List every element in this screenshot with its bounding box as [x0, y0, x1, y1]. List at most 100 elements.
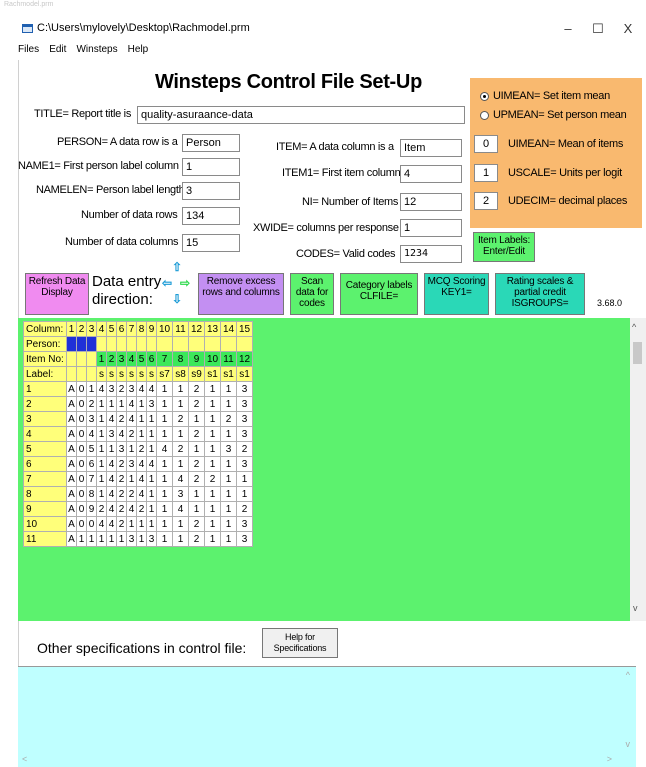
grid-cell[interactable]: 1	[172, 396, 189, 412]
grid-cell[interactable]: 0	[76, 426, 87, 442]
rating-scales-button[interactable]: Rating scales & partial credit ISGROUPS=	[495, 273, 585, 315]
grid-cell[interactable]: 4	[156, 441, 173, 457]
grid-cell[interactable]: 10	[156, 321, 173, 337]
refresh-data-button[interactable]: Refresh Data Display	[25, 273, 89, 315]
grid-cell[interactable]: 3	[236, 531, 253, 547]
grid-cell[interactable]: 8	[136, 321, 147, 337]
grid-cell[interactable]: 8	[172, 351, 189, 367]
grid-cell[interactable]: 4	[106, 471, 117, 487]
textarea-scroll-up-icon[interactable]: ^	[626, 670, 630, 680]
person-input[interactable]: Person	[182, 134, 240, 152]
datarows-input[interactable]: 134	[182, 207, 240, 225]
grid-cell[interactable]: 11	[172, 321, 189, 337]
grid-cell[interactable]: 4	[96, 516, 107, 532]
grid-cell[interactable]: 0	[76, 381, 87, 397]
datacols-input[interactable]: 15	[182, 234, 240, 252]
grid-cell[interactable]: 0	[76, 411, 87, 427]
grid-cell[interactable]: 3	[146, 396, 157, 412]
grid-cell[interactable]: 13	[204, 321, 221, 337]
grid-cell[interactable]: 1	[220, 531, 237, 547]
grid-cell[interactable]: 1	[156, 381, 173, 397]
minimize-button[interactable]: –	[554, 20, 582, 38]
grid-cell[interactable]: 8	[86, 486, 97, 502]
grid-cell[interactable]: 1	[106, 531, 117, 547]
grid-cell[interactable]: 2	[220, 411, 237, 427]
grid-row-header[interactable]: 9	[23, 501, 67, 517]
grid-cell[interactable]: 1	[146, 516, 157, 532]
grid-cell[interactable]: 2	[172, 441, 189, 457]
grid-cell[interactable]: 1	[136, 426, 147, 442]
grid-cell[interactable]: 2	[204, 471, 221, 487]
menu-files[interactable]: Files	[18, 42, 39, 58]
item-input[interactable]: Item	[400, 139, 462, 157]
grid-cell[interactable]: 1	[204, 381, 221, 397]
grid-cell[interactable]: 2	[188, 396, 205, 412]
grid-cell[interactable]: 1	[156, 426, 173, 442]
grid-cell[interactable]: 0	[76, 456, 87, 472]
grid-cell[interactable]: 1	[156, 456, 173, 472]
grid-row-header[interactable]: 3	[23, 411, 67, 427]
grid-row-header[interactable]: Column:	[23, 321, 67, 337]
grid-cell[interactable]	[126, 336, 137, 352]
menu-winsteps[interactable]: Winsteps	[76, 42, 117, 58]
grid-cell[interactable]: 1	[204, 516, 221, 532]
grid-cell[interactable]: 4	[126, 351, 137, 367]
grid-cell[interactable]: 3	[236, 411, 253, 427]
name1-input[interactable]: 1	[182, 158, 240, 176]
grid-cell[interactable]: 9	[86, 501, 97, 517]
grid-cell[interactable]: 4	[106, 486, 117, 502]
grid-cell[interactable]: 1	[220, 396, 237, 412]
grid-cell[interactable]: 4	[146, 456, 157, 472]
grid-cell[interactable]: s	[126, 366, 137, 382]
grid-cell[interactable]: 4	[136, 456, 147, 472]
grid-cell[interactable]: 1	[96, 456, 107, 472]
grid-cell[interactable]: 4	[96, 381, 107, 397]
grid-cell[interactable]: 10	[204, 351, 221, 367]
grid-cell[interactable]: 6	[86, 456, 97, 472]
grid-cell[interactable]: 1	[116, 531, 127, 547]
grid-cell[interactable]: s8	[172, 366, 189, 382]
category-labels-button[interactable]: Category labels CLFILE=	[340, 273, 418, 315]
grid-cell[interactable]: 2	[76, 321, 87, 337]
grid-cell[interactable]: 3	[236, 396, 253, 412]
grid-cell[interactable]: 1	[220, 516, 237, 532]
namelen-input[interactable]: 3	[182, 182, 240, 200]
grid-row-header[interactable]: 8	[23, 486, 67, 502]
grid-cell[interactable]: 3	[116, 441, 127, 457]
grid-row-header[interactable]: 5	[23, 441, 67, 457]
grid-cell[interactable]: 5	[106, 321, 117, 337]
grid-cell[interactable]: 0	[76, 516, 87, 532]
grid-cell[interactable]: 1	[146, 426, 157, 442]
grid-cell[interactable]	[66, 336, 77, 352]
grid-cell[interactable]: 3	[236, 516, 253, 532]
grid-cell[interactable]: A	[66, 426, 77, 442]
title-input[interactable]: quality-asuraance-data	[137, 106, 465, 124]
grid-cell[interactable]	[172, 336, 189, 352]
grid-cell[interactable]: A	[66, 411, 77, 427]
grid-cell[interactable]: 1	[86, 381, 97, 397]
arrow-right-icon[interactable]: ⇨	[180, 276, 190, 290]
item1-input[interactable]: 4	[400, 165, 462, 183]
grid-cell[interactable]: s1	[204, 366, 221, 382]
grid-cell[interactable]: 2	[236, 441, 253, 457]
grid-cell[interactable]: s	[96, 366, 107, 382]
uimean-input[interactable]: 0	[474, 135, 498, 153]
grid-cell[interactable]	[188, 336, 205, 352]
grid-cell[interactable]: 1	[146, 486, 157, 502]
grid-cell[interactable]: A	[66, 396, 77, 412]
grid-cell[interactable]: 1	[172, 381, 189, 397]
uimean-radio[interactable]	[480, 92, 489, 101]
grid-cell[interactable]	[220, 336, 237, 352]
grid-cell[interactable]: 1	[156, 471, 173, 487]
grid-cell[interactable]: 3	[106, 381, 117, 397]
grid-cell[interactable]: s7	[156, 366, 173, 382]
grid-cell[interactable]: 2	[188, 381, 205, 397]
grid-cell[interactable]	[76, 351, 87, 367]
menu-edit[interactable]: Edit	[49, 42, 66, 58]
grid-cell[interactable]: 3	[86, 411, 97, 427]
grid-cell[interactable]	[136, 336, 147, 352]
grid-row-header[interactable]: 2	[23, 396, 67, 412]
arrow-left-icon[interactable]: ⇦	[162, 276, 172, 290]
grid-cell[interactable]	[86, 351, 97, 367]
grid-cell[interactable]: 4	[86, 426, 97, 442]
